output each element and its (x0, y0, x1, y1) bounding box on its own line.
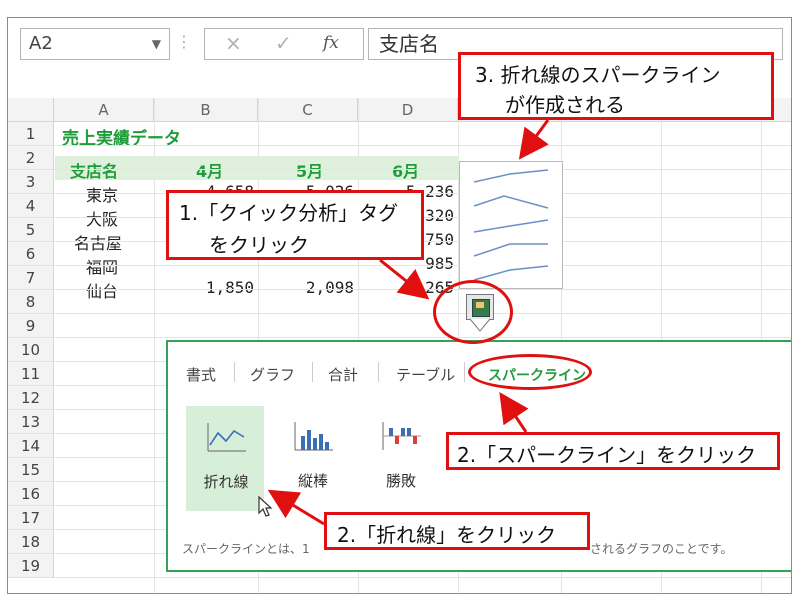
callout-step3: 3. 折れ線のスパークライン が作成される (458, 52, 774, 120)
callout-step1-line1: 1.「クイック分析」タグ (179, 201, 399, 225)
row-gridline (54, 169, 791, 170)
row-header-3[interactable]: 3 (8, 170, 54, 194)
name-box-value: A2 (29, 33, 53, 54)
column-header-c[interactable]: C (258, 98, 358, 122)
row-header-1[interactable]: 1 (8, 122, 54, 146)
cell-branch-4[interactable]: 福岡 (86, 254, 118, 278)
cell-may-5[interactable]: 2,098 (262, 278, 354, 297)
cell-apr-5[interactable]: 1,850 (158, 278, 254, 297)
row-gridline (54, 577, 791, 578)
row-header-5[interactable]: 5 (8, 218, 54, 242)
callout-step3-line1: 3. 折れ線のスパークライン (475, 63, 721, 87)
column-header-a[interactable]: A (54, 98, 154, 122)
header-apr[interactable]: 4月 (196, 158, 223, 182)
option-label-column: 縦棒 (297, 472, 328, 490)
callout-step3-line2: が作成される (505, 93, 625, 117)
row-header-9[interactable]: 9 (8, 314, 54, 338)
row-header-17[interactable]: 17 (8, 506, 54, 530)
row-header-8[interactable]: 8 (8, 290, 54, 314)
row-header-19[interactable]: 19 (8, 554, 54, 578)
sparkline-sendai (473, 265, 549, 281)
sparkline-tokyo (473, 169, 549, 183)
row-header-16[interactable]: 16 (8, 482, 54, 506)
row-gridline (54, 289, 791, 290)
sparkline-line-button[interactable]: 折れ線 (186, 406, 264, 511)
row-gridline (54, 145, 791, 146)
sparkline-winloss-button[interactable]: 勝敗 (362, 406, 440, 511)
row-gridline (54, 313, 791, 314)
note-right: されるグラフのことです。 (590, 542, 733, 556)
row-header-18[interactable]: 18 (8, 530, 54, 554)
callout-step2b-text: 2.「折れ線」をクリック (337, 523, 557, 547)
option-label-winloss: 勝敗 (385, 472, 416, 490)
column-header-b[interactable]: B (154, 98, 258, 122)
header-may[interactable]: 5月 (296, 158, 323, 182)
highlight-quick-analysis (433, 280, 513, 344)
cell-branch-5[interactable]: 仙台 (86, 278, 118, 302)
callout-step2-sparkline: 2.「スパークライン」をクリック (446, 432, 780, 470)
sparkline-fukuoka (473, 243, 548, 257)
sparkline-group (473, 169, 549, 281)
row-header-11[interactable]: 11 (8, 362, 54, 386)
sparkline-column-button[interactable]: 縦棒 (274, 406, 352, 511)
cancel-icon[interactable]: × (225, 31, 242, 55)
callout-step1: 1.「クイック分析」タグ をクリック (166, 190, 424, 260)
chevron-down-icon[interactable]: ▼ (152, 29, 161, 59)
sparkline-column-icon (294, 422, 333, 451)
formula-buttons: × ✓ fx (204, 28, 364, 60)
row-header-15[interactable]: 15 (8, 458, 54, 482)
row-header-2[interactable]: 2 (8, 146, 54, 170)
mouse-cursor-icon (258, 495, 273, 517)
tab-tables[interactable]: テーブル (396, 364, 455, 385)
cell-branch-2[interactable]: 大阪 (86, 206, 118, 230)
callout-step2a-text: 2.「スパークライン」をクリック (457, 443, 757, 467)
row-gridline (54, 265, 791, 266)
row-header-4[interactable]: 4 (8, 194, 54, 218)
row-header-12[interactable]: 12 (8, 386, 54, 410)
row-header-14[interactable]: 14 (8, 434, 54, 458)
tab-charts[interactable]: グラフ (250, 364, 295, 385)
sparkline-range[interactable] (459, 161, 563, 289)
formula-bar-divider-icon: ⋮ (176, 32, 192, 51)
sparkline-winloss-icon (382, 422, 421, 450)
note-left: スパークラインとは、1 (182, 542, 310, 556)
option-label-line: 折れ線 (203, 473, 249, 491)
name-box[interactable]: A2 ▼ (20, 28, 170, 60)
excel-window: A2 ▼ ⋮ × ✓ fx 支店名 A B C D 1 2 3 4 5 6 7 8 9 10 11 1… (7, 17, 792, 594)
row-header-6[interactable]: 6 (8, 242, 54, 266)
row-gridline (54, 337, 791, 338)
row-header-13[interactable]: 13 (8, 410, 54, 434)
tab-formatting[interactable]: 書式 (186, 364, 216, 385)
insert-function-icon[interactable]: fx (323, 33, 339, 53)
header-jun[interactable]: 6月 (392, 158, 419, 182)
row-header-10[interactable]: 10 (8, 338, 54, 362)
cell-branch-1[interactable]: 東京 (86, 182, 118, 206)
select-all-corner[interactable] (8, 98, 54, 122)
sparkline-osaka (473, 195, 549, 209)
header-branch[interactable]: 支店名 (70, 158, 118, 182)
callout-step1-line2: をクリック (209, 233, 309, 257)
tab-totals[interactable]: 合計 (328, 364, 358, 385)
callout-step2-line: 2.「折れ線」をクリック (324, 512, 590, 550)
highlight-sparkline-tab (468, 354, 592, 390)
column-header-d[interactable]: D (358, 98, 458, 122)
row-header-7[interactable]: 7 (8, 266, 54, 290)
sparkline-line-icon (207, 423, 246, 452)
cell-branch-3[interactable]: 名古屋 (74, 230, 122, 254)
enter-icon[interactable]: ✓ (275, 31, 292, 55)
sparkline-nagoya (473, 219, 549, 233)
